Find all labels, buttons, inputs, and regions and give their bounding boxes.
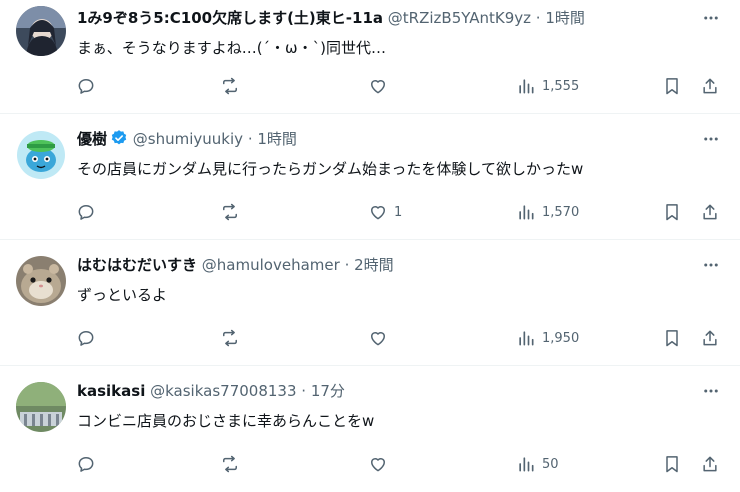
heart-icon bbox=[371, 332, 385, 346]
avatar[interactable] bbox=[16, 6, 66, 56]
verified-badge-icon bbox=[110, 129, 128, 147]
bookmark-button[interactable] bbox=[662, 202, 682, 222]
analytics-icon bbox=[519, 331, 534, 346]
avatar[interactable] bbox=[16, 130, 66, 180]
bookmark-icon bbox=[666, 204, 678, 221]
timestamp[interactable]: 1時間 bbox=[257, 130, 297, 148]
share-button[interactable] bbox=[700, 328, 720, 348]
reply-button[interactable] bbox=[76, 202, 102, 222]
user-handle[interactable]: @shumiyuukiy bbox=[133, 130, 243, 148]
tweet-text: コンビニ店員のおじさまに幸あらんことをw bbox=[77, 412, 375, 430]
views-button[interactable]: 1,950 bbox=[516, 328, 579, 348]
analytics-icon bbox=[519, 457, 534, 472]
tweet-header: はむはむだいすき @hamulovehamer · 2時間 bbox=[77, 255, 680, 275]
view-count: 1,555 bbox=[542, 78, 580, 94]
retweet-icon bbox=[223, 455, 237, 473]
share-icon bbox=[703, 330, 717, 346]
like-count: 1 bbox=[394, 204, 403, 220]
avatar[interactable] bbox=[16, 382, 66, 432]
retweet-icon bbox=[223, 329, 237, 347]
more-icon[interactable] bbox=[700, 129, 722, 149]
tweet[interactable]: kasikasi @kasikas77008133 · 17分 コンビニ店員のお… bbox=[0, 366, 740, 492]
like-button[interactable] bbox=[368, 328, 394, 348]
view-count: 1,570 bbox=[542, 204, 580, 220]
action-bar: 1,950 bbox=[0, 328, 740, 352]
user-handle[interactable]: @tRZizB5YAntK9yz bbox=[388, 9, 531, 27]
share-icon bbox=[703, 456, 717, 472]
bookmark-icon bbox=[666, 78, 678, 95]
separator-dot: · bbox=[247, 130, 253, 148]
timestamp[interactable]: 1時間 bbox=[545, 9, 585, 27]
user-handle[interactable]: @hamulovehamer bbox=[202, 256, 340, 274]
retweet-button[interactable] bbox=[220, 202, 246, 222]
action-bar: 50 bbox=[0, 454, 740, 478]
tweet-text: ずっといるよ bbox=[77, 286, 168, 304]
reply-icon bbox=[78, 205, 94, 220]
like-button[interactable]: 1 bbox=[368, 202, 402, 222]
retweet-icon bbox=[223, 203, 237, 221]
heart-icon bbox=[371, 206, 385, 220]
views-button[interactable]: 1,570 bbox=[516, 202, 579, 222]
bookmark-button[interactable] bbox=[662, 454, 682, 474]
display-name[interactable]: 1み9ぞ8う5:C100欠席します(土)東ヒ-11a bbox=[77, 9, 383, 27]
tweet[interactable]: 1み9ぞ8う5:C100欠席します(土)東ヒ-11a @tRZizB5YAntK… bbox=[0, 0, 740, 114]
bookmark-button[interactable] bbox=[662, 76, 682, 96]
tweet-text: まぁ、そうなりますよね…(´・ω・`)同世代… bbox=[77, 39, 386, 57]
share-button[interactable] bbox=[700, 454, 720, 474]
tweet-header: kasikasi @kasikas77008133 · 17分 bbox=[77, 381, 680, 401]
action-bar: 1 1,570 bbox=[0, 202, 740, 226]
timeline-feed: 1み9ぞ8う5:C100欠席します(土)東ヒ-11a @tRZizB5YAntK… bbox=[0, 0, 740, 492]
retweet-button[interactable] bbox=[220, 454, 246, 474]
heart-icon bbox=[371, 458, 385, 472]
separator-dot: · bbox=[301, 382, 307, 400]
share-icon bbox=[703, 78, 717, 94]
more-icon[interactable] bbox=[700, 381, 722, 401]
share-button[interactable] bbox=[700, 202, 720, 222]
tweet-header: 1み9ぞ8う5:C100欠席します(土)東ヒ-11a @tRZizB5YAntK… bbox=[77, 8, 680, 28]
share-icon bbox=[703, 204, 717, 220]
timestamp[interactable]: 2時間 bbox=[354, 256, 394, 274]
avatar[interactable] bbox=[16, 256, 66, 306]
reply-button[interactable] bbox=[76, 328, 102, 348]
views-button[interactable]: 50 bbox=[516, 454, 559, 474]
reply-icon bbox=[78, 331, 94, 346]
reply-icon bbox=[78, 79, 94, 94]
reply-button[interactable] bbox=[76, 76, 102, 96]
bookmark-icon bbox=[666, 330, 678, 347]
tweet[interactable]: はむはむだいすき @hamulovehamer · 2時間 ずっといるよ 1,9… bbox=[0, 240, 740, 366]
reply-icon bbox=[78, 457, 94, 472]
action-bar: 1,555 bbox=[0, 76, 740, 100]
heart-icon bbox=[371, 80, 385, 94]
view-count: 50 bbox=[542, 456, 559, 472]
user-handle[interactable]: @kasikas77008133 bbox=[150, 382, 296, 400]
timestamp[interactable]: 17分 bbox=[311, 382, 345, 400]
separator-dot: · bbox=[344, 256, 350, 274]
separator-dot: · bbox=[535, 9, 541, 27]
like-button[interactable] bbox=[368, 454, 394, 474]
view-count: 1,950 bbox=[542, 330, 580, 346]
analytics-icon bbox=[519, 79, 534, 94]
tweet[interactable]: 優樹 @shumiyuukiy · 1時間 その店員にガンダム見に行ったらガンダ… bbox=[0, 114, 740, 240]
reply-button[interactable] bbox=[76, 454, 102, 474]
bookmark-button[interactable] bbox=[662, 328, 682, 348]
bookmark-icon bbox=[666, 456, 678, 473]
display-name[interactable]: kasikasi bbox=[77, 382, 145, 400]
retweet-button[interactable] bbox=[220, 76, 246, 96]
more-icon[interactable] bbox=[700, 8, 722, 28]
views-button[interactable]: 1,555 bbox=[516, 76, 579, 96]
display-name[interactable]: 優樹 bbox=[77, 130, 107, 148]
display-name[interactable]: はむはむだいすき bbox=[77, 256, 197, 274]
tweet-text: その店員にガンダム見に行ったらガンダム始まったを体験して欲しかったw bbox=[77, 160, 584, 178]
more-icon[interactable] bbox=[700, 255, 722, 275]
like-button[interactable] bbox=[368, 76, 394, 96]
retweet-icon bbox=[223, 77, 237, 95]
tweet-header: 優樹 @shumiyuukiy · 1時間 bbox=[77, 129, 680, 149]
share-button[interactable] bbox=[700, 76, 720, 96]
analytics-icon bbox=[519, 205, 534, 220]
retweet-button[interactable] bbox=[220, 328, 246, 348]
